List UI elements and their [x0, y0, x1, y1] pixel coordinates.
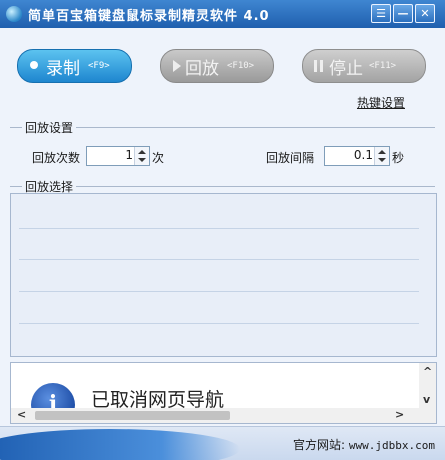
play-hotkey: <F10> [227, 61, 255, 71]
stop-hotkey: <F11> [369, 61, 397, 71]
stop-label: 停止 [329, 59, 363, 79]
minimize-button[interactable]: — [393, 4, 413, 23]
settings-group-title: 回放设置 [22, 119, 77, 136]
embedded-browser[interactable]: i 已取消网页导航 ^ v < > [10, 362, 437, 424]
count-spin-arrows[interactable] [134, 147, 149, 165]
stop-button[interactable]: 停止 <F11> [302, 49, 426, 83]
list-row-line [19, 291, 419, 292]
play-icon [173, 60, 181, 72]
site-url[interactable]: www.jdbbx.com [349, 439, 435, 452]
interval-unit: 秒 [392, 151, 405, 165]
title-bar: 简单百宝箱键盘鼠标录制精灵软件 4.0 ☰ — ✕ [0, 0, 445, 28]
record-dot-icon [30, 61, 38, 69]
spin-down-icon[interactable] [138, 158, 146, 162]
record-label: 录制 [46, 59, 80, 79]
spin-down-icon[interactable] [378, 158, 386, 162]
hotkey-settings-link[interactable]: 热键设置 [357, 94, 405, 111]
spin-up-icon[interactable] [378, 150, 386, 154]
official-site[interactable]: 官方网站: www.jdbbx.com [293, 436, 435, 453]
play-button[interactable]: 回放 <F10> [160, 49, 274, 83]
record-button[interactable]: 录制 <F9> [17, 49, 132, 83]
interval-stepper[interactable]: 0.1 [324, 146, 390, 166]
count-value: 1 [125, 148, 133, 162]
app-icon [6, 6, 22, 22]
footer-bar: 官方网站: www.jdbbx.com [0, 426, 445, 460]
record-hotkey: <F9> [88, 61, 110, 71]
scroll-up-icon[interactable]: ^ [423, 365, 432, 378]
pause-icon [314, 60, 323, 72]
count-label: 回放次数 [32, 151, 81, 165]
main-window: 简单百宝箱键盘鼠标录制精灵软件 4.0 ☰ — ✕ 录制 <F9> 回放 <F1… [0, 0, 445, 460]
spin-up-icon[interactable] [138, 150, 146, 154]
count-stepper[interactable]: 1 [86, 146, 150, 166]
interval-spin-arrows[interactable] [374, 147, 389, 165]
vertical-scrollbar[interactable]: ^ v [419, 363, 436, 423]
list-row-line [19, 259, 419, 260]
scroll-right-icon[interactable]: > [395, 408, 404, 421]
list-row-line [19, 323, 419, 324]
horizontal-scroll-thumb[interactable] [35, 411, 230, 420]
horizontal-scrollbar[interactable]: < > [11, 408, 419, 423]
interval-label: 回放间隔 [266, 151, 315, 165]
count-unit: 次 [152, 151, 165, 165]
footer-decoration [0, 429, 240, 460]
window-title: 简单百宝箱键盘鼠标录制精灵软件 4.0 [28, 9, 270, 24]
menu-button[interactable]: ☰ [371, 4, 391, 23]
scroll-down-icon[interactable]: v [423, 393, 430, 406]
close-button[interactable]: ✕ [415, 4, 435, 23]
playback-list[interactable] [10, 193, 437, 357]
interval-value: 0.1 [353, 148, 373, 162]
site-label: 官方网站: [293, 438, 346, 452]
play-label: 回放 [185, 59, 219, 79]
list-row-line [19, 228, 419, 229]
scroll-left-icon[interactable]: < [17, 408, 26, 421]
